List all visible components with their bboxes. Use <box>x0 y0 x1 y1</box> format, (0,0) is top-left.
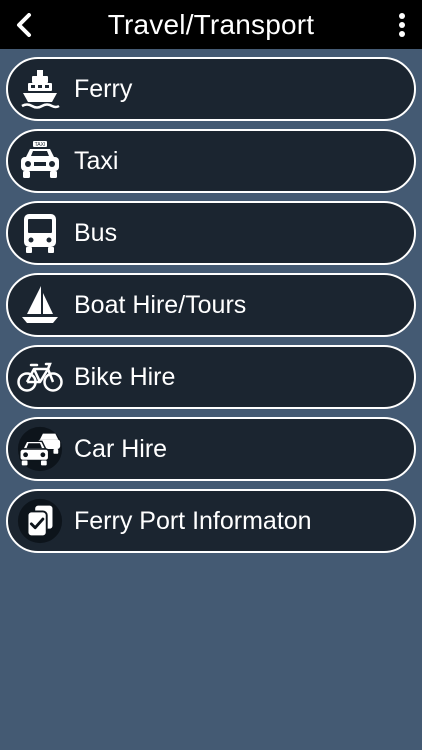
page-title: Travel/Transport <box>107 8 315 40</box>
menu-item-label: Ferry Port Informaton <box>74 506 312 535</box>
top-bar: Travel/Transport <box>0 0 422 49</box>
ferry-icon <box>16 65 64 113</box>
svg-text:TAXI: TAXI <box>35 142 46 148</box>
sailboat-icon <box>16 281 64 329</box>
menu-item-ferry-port-information[interactable]: Ferry Port Informaton <box>6 489 416 553</box>
menu-item-label: Car Hire <box>74 434 168 463</box>
more-vertical-icon <box>399 13 405 37</box>
chevron-left-icon <box>17 13 31 37</box>
menu-item-label: Taxi <box>74 146 119 175</box>
menu-item-label: Bike Hire <box>74 362 176 391</box>
menu-item-ferry[interactable]: Ferry <box>6 57 416 121</box>
bus-icon <box>16 209 64 257</box>
cars-icon <box>16 425 64 473</box>
overflow-menu-button[interactable] <box>394 10 410 40</box>
bicycle-icon <box>16 353 64 401</box>
checklist-document-icon <box>16 497 64 545</box>
menu-item-car-hire[interactable]: Car Hire <box>6 417 416 481</box>
taxi-icon: TAXI <box>16 137 64 185</box>
menu-item-label: Ferry <box>74 74 133 103</box>
back-button[interactable] <box>12 11 36 39</box>
menu-item-bike-hire[interactable]: Bike Hire <box>6 345 416 409</box>
menu-item-label: Boat Hire/Tours <box>74 290 247 319</box>
menu-item-bus[interactable]: Bus <box>6 201 416 265</box>
menu-item-label: Bus <box>74 218 118 247</box>
menu-item-taxi[interactable]: TAXI Taxi <box>6 129 416 193</box>
menu-item-boat-hire[interactable]: Boat Hire/Tours <box>6 273 416 337</box>
transport-menu-list: Ferry TAXI Taxi Bus Boat Hire/Tours Bike… <box>6 57 416 561</box>
